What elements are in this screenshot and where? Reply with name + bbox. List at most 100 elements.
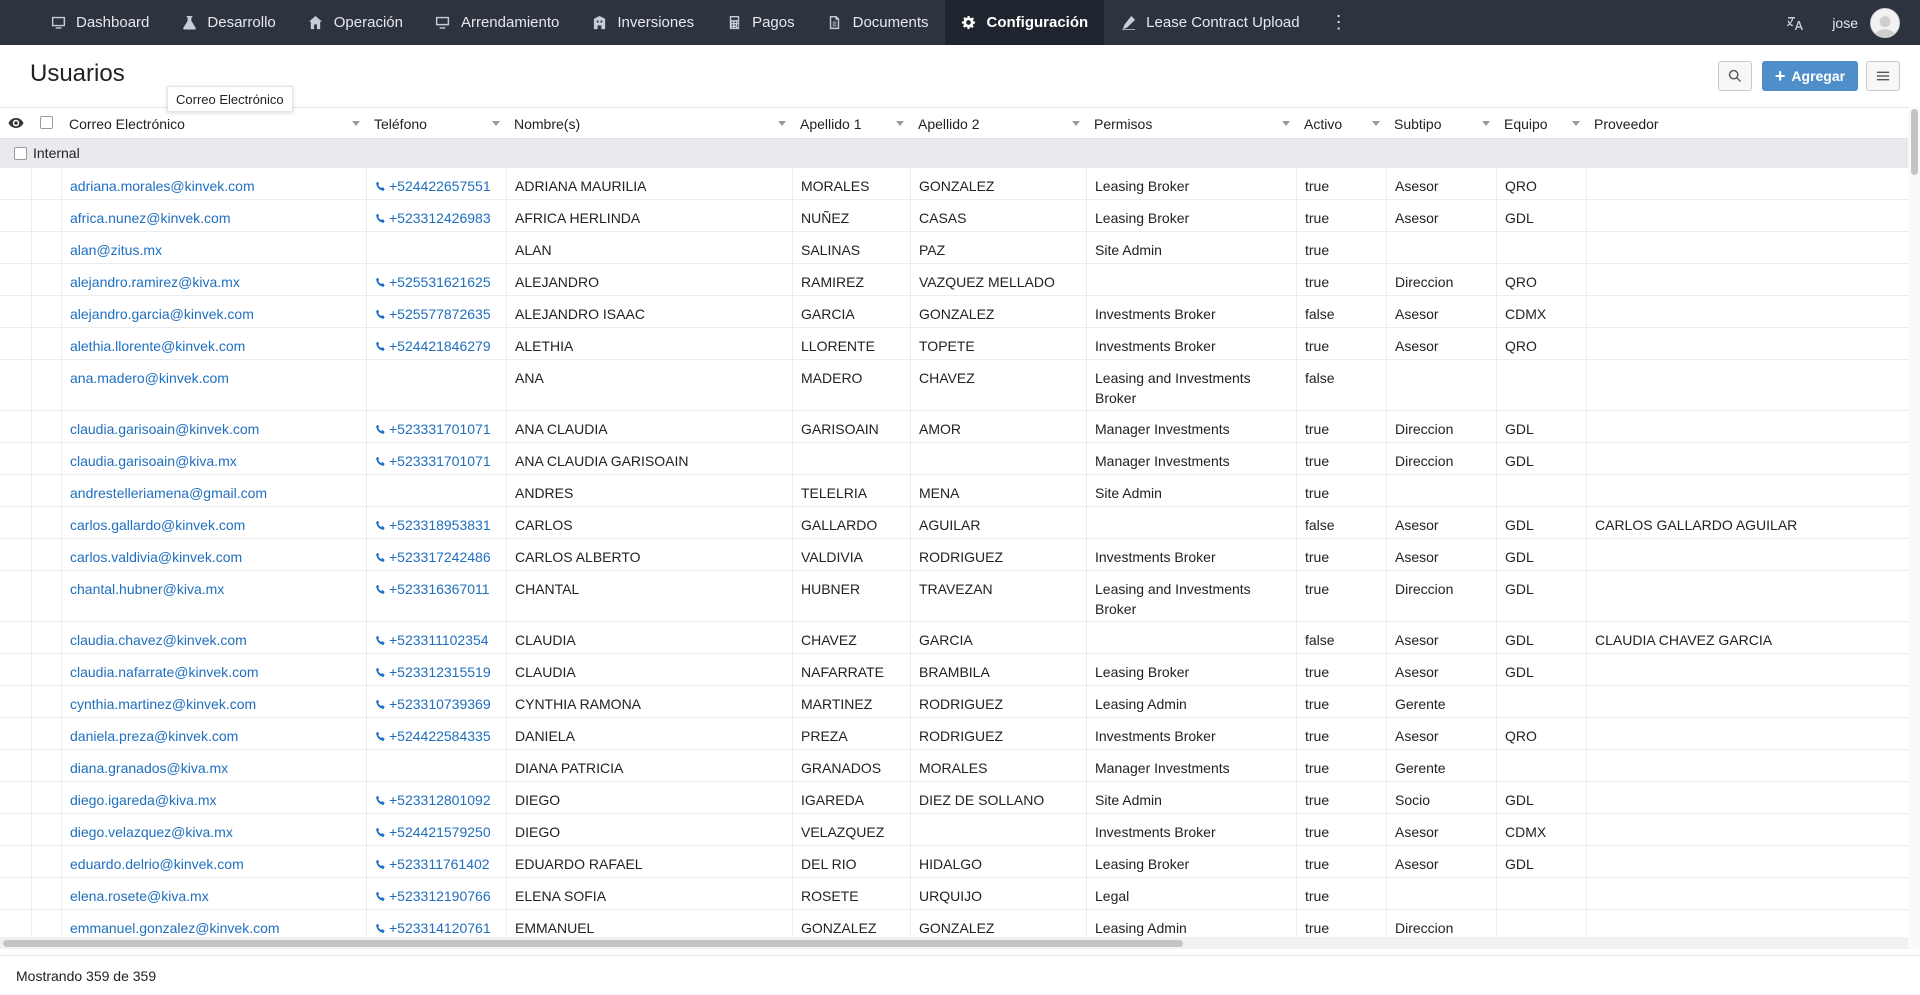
add-user-button[interactable]: + Agregar [1762,61,1858,91]
cell-phone[interactable] [366,360,506,410]
table-row[interactable]: carlos.gallardo@kinvek.com +523318953831 C… [0,507,1908,539]
column-header-names[interactable]: Nombre(s) [506,108,792,139]
table-row[interactable]: emmanuel.gonzalez@kinvek.com +52331412076… [0,910,1908,937]
column-header-provider[interactable]: Proveedor [1586,108,1908,139]
sort-caret-icon[interactable] [492,121,500,126]
table-row[interactable]: claudia.nafarrate@kinvek.com +52331231551… [0,654,1908,686]
cell-phone[interactable]: +523317242486 [366,539,506,570]
nav-item-operaci-n[interactable]: Operación [292,0,419,45]
row-select-cell[interactable] [31,360,61,410]
cell-phone[interactable]: +525577872635 [366,296,506,327]
table-row[interactable]: elena.rosete@kiva.mx +523312190766 ELENA S… [0,878,1908,910]
group-checkbox[interactable] [14,147,27,160]
row-select-cell[interactable] [31,232,61,263]
select-all-checkbox[interactable] [40,116,53,129]
table-row[interactable]: alejandro.garcia@kinvek.com +525577872635… [0,296,1908,328]
cell-email[interactable]: ana.madero@kinvek.com [61,360,366,410]
cell-phone[interactable]: +523312426983 [366,200,506,231]
cell-email[interactable]: alan@zitus.mx [61,232,366,263]
cell-phone[interactable]: +524421579250 [366,814,506,845]
cell-email[interactable]: diana.granados@kiva.mx [61,750,366,781]
cell-email[interactable]: claudia.garisoain@kinvek.com [61,411,366,442]
user-avatar[interactable] [1870,7,1900,38]
row-select-cell[interactable] [31,686,61,717]
cell-phone[interactable]: +523311102354 [366,622,506,653]
row-select-cell[interactable] [31,750,61,781]
nav-item-inversiones[interactable]: Inversiones [575,0,710,45]
table-row[interactable]: daniela.preza@kinvek.com +524422584335 DAN… [0,718,1908,750]
row-select-cell[interactable] [31,718,61,749]
cell-phone[interactable]: +523311761402 [366,846,506,877]
user-name[interactable]: jose [1832,15,1858,31]
vertical-scrollbar-thumb[interactable] [1911,109,1918,175]
table-row[interactable]: diego.velazquez@kiva.mx +524421579250 DIEG… [0,814,1908,846]
row-select-cell[interactable] [31,296,61,327]
group-row-internal[interactable]: Internal [0,139,1908,168]
cell-phone[interactable]: +523331701071 [366,411,506,442]
cell-email[interactable]: africa.nunez@kinvek.com [61,200,366,231]
row-select-cell[interactable] [31,814,61,845]
table-row[interactable]: alan@zitus.mx ALAN SALINAS PAZ Site Admin tru… [0,232,1908,264]
table-row[interactable]: adriana.morales@kinvek.com +524422657551 A… [0,168,1908,200]
cell-email[interactable]: chantal.hubner@kiva.mx [61,571,366,621]
cell-phone[interactable]: +523312190766 [366,878,506,909]
cell-email[interactable]: claudia.chavez@kinvek.com [61,622,366,653]
nav-item-lease-contract-upload[interactable]: Lease Contract Upload [1104,0,1315,45]
cell-email[interactable]: emmanuel.gonzalez@kinvek.com [61,910,366,937]
table-row[interactable]: alejandro.ramirez@kiva.mx +525531621625 AL… [0,264,1908,296]
cell-email[interactable]: carlos.gallardo@kinvek.com [61,507,366,538]
table-row[interactable]: diana.granados@kiva.mx DIANA PATRICIA GRAN… [0,750,1908,782]
nav-item-dashboard[interactable]: Dashboard [34,0,165,45]
row-select-cell[interactable] [31,328,61,359]
table-row[interactable]: diego.igareda@kiva.mx +523312801092 DIEGO I… [0,782,1908,814]
sort-caret-icon[interactable] [352,121,360,126]
table-row[interactable]: africa.nunez@kinvek.com +523312426983 AFRI… [0,200,1908,232]
table-row[interactable]: chantal.hubner@kiva.mx +523316367011 CHANT… [0,571,1908,622]
cell-email[interactable]: adriana.morales@kinvek.com [61,168,366,199]
column-header-phone[interactable]: Teléfono [366,108,506,139]
cell-phone[interactable] [366,750,506,781]
sort-caret-icon[interactable] [1572,121,1580,126]
column-header-active[interactable]: Activo [1296,108,1386,139]
cell-email[interactable]: claudia.nafarrate@kinvek.com [61,654,366,685]
cell-email[interactable]: elena.rosete@kiva.mx [61,878,366,909]
cell-email[interactable]: andrestelleriamena@gmail.com [61,475,366,506]
language-icon[interactable] [1786,14,1804,32]
table-row[interactable]: eduardo.delrio@kinvek.com +523311761402 ED… [0,846,1908,878]
row-select-cell[interactable] [31,507,61,538]
row-select-cell[interactable] [31,571,61,621]
row-select-cell[interactable] [31,443,61,474]
cell-phone[interactable]: +524422584335 [366,718,506,749]
cell-email[interactable]: alejandro.ramirez@kiva.mx [61,264,366,295]
vertical-scrollbar[interactable] [1908,107,1920,949]
cell-phone[interactable] [366,475,506,506]
cell-email[interactable]: alejandro.garcia@kinvek.com [61,296,366,327]
horizontal-scrollbar[interactable] [0,937,1908,949]
cell-email[interactable]: diego.igareda@kiva.mx [61,782,366,813]
cell-email[interactable]: cynthia.martinez@kinvek.com [61,686,366,717]
search-button[interactable] [1718,61,1752,91]
table-row[interactable]: claudia.garisoain@kiva.mx +523331701071 AN… [0,443,1908,475]
more-menu-button[interactable]: ⋮ [1316,0,1362,45]
table-row[interactable]: carlos.valdivia@kinvek.com +523317242486 C… [0,539,1908,571]
cell-phone[interactable]: +523331701071 [366,443,506,474]
table-row[interactable]: alethia.llorente@kinvek.com +524421846279… [0,328,1908,360]
sort-caret-icon[interactable] [896,121,904,126]
row-select-cell[interactable] [31,878,61,909]
cell-phone[interactable]: +523312801092 [366,782,506,813]
nav-item-configuraci-n[interactable]: Configuración [944,0,1105,45]
row-select-cell[interactable] [31,475,61,506]
nav-item-pagos[interactable]: Pagos [710,0,811,45]
sort-caret-icon[interactable] [1372,121,1380,126]
table-row[interactable]: cynthia.martinez@kinvek.com +523310739369… [0,686,1908,718]
row-select-cell[interactable] [31,782,61,813]
cell-phone[interactable]: +523314120761 [366,910,506,937]
row-select-cell[interactable] [31,846,61,877]
sort-caret-icon[interactable] [1072,121,1080,126]
cell-phone[interactable]: +523318953831 [366,507,506,538]
row-select-cell[interactable] [31,264,61,295]
cell-phone[interactable]: +523316367011 [366,571,506,621]
cell-email[interactable]: claudia.garisoain@kiva.mx [61,443,366,474]
eye-icon[interactable] [8,116,24,130]
row-select-cell[interactable] [31,622,61,653]
